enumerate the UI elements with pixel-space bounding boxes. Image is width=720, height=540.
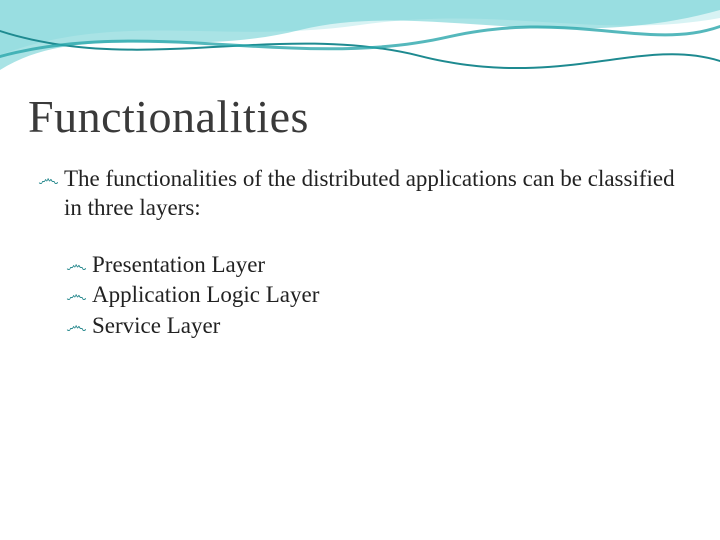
bullet-icon: ෴ bbox=[66, 251, 92, 279]
layer-list: ෴ Presentation Layer ෴ Application Logic… bbox=[66, 251, 690, 341]
list-item: ෴ Presentation Layer bbox=[66, 251, 690, 280]
bullet-icon: ෴ bbox=[66, 281, 92, 309]
intro-bullet: ෴ The functionalities of the distributed… bbox=[38, 165, 690, 223]
list-item: ෴ Application Logic Layer bbox=[66, 281, 690, 310]
layer-label: Presentation Layer bbox=[92, 251, 690, 280]
bullet-icon: ෴ bbox=[66, 312, 92, 340]
layer-label: Application Logic Layer bbox=[92, 281, 690, 310]
slide-body: ෴ The functionalities of the distributed… bbox=[38, 165, 690, 343]
bullet-icon: ෴ bbox=[38, 165, 64, 193]
layer-label: Service Layer bbox=[92, 312, 690, 341]
slide-title: Functionalities bbox=[28, 90, 309, 143]
slide: Functionalities ෴ The functionalities of… bbox=[0, 0, 720, 540]
intro-text: The functionalities of the distributed a… bbox=[64, 165, 690, 223]
list-item: ෴ Service Layer bbox=[66, 312, 690, 341]
